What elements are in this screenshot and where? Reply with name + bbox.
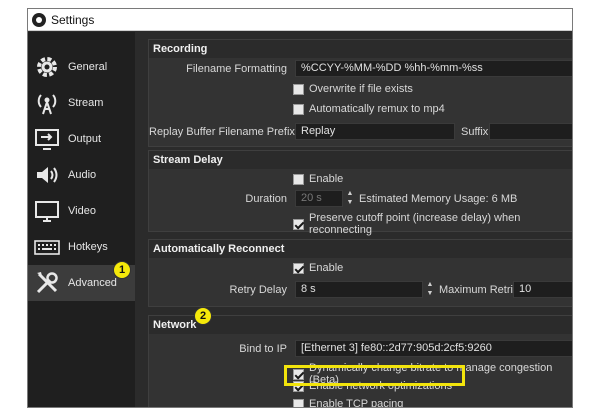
sidebar-item-label: Stream xyxy=(68,97,104,109)
callout-badge-2: 2 xyxy=(194,307,212,325)
delay-enable-label: Enable xyxy=(309,173,344,185)
monitor-icon xyxy=(33,197,61,225)
output-icon xyxy=(33,125,61,153)
sidebar-item-label: General xyxy=(68,61,108,73)
sidebar-item-hotkeys[interactable]: Hotkeys xyxy=(28,229,135,265)
reconnect-enable-checkbox[interactable]: Enable xyxy=(293,262,343,274)
title-bar: Settings xyxy=(28,9,572,31)
stream-delay-header: Stream Delay xyxy=(149,151,572,169)
sidebar-item-audio[interactable]: Audio xyxy=(28,157,135,193)
preserve-cutoff-checkbox[interactable]: Preserve cutoff point (increase delay) w… xyxy=(293,212,572,236)
auto-reconnect-group: Automatically Reconnect Enable Retry Del… xyxy=(148,239,572,307)
retry-delay-stepper[interactable]: ▲ ▼ xyxy=(425,281,435,298)
settings-sidebar: General Stream Output Audio Video Hotkey… xyxy=(28,32,135,407)
remux-label: Automatically remux to mp4 xyxy=(309,103,445,115)
suffix-input[interactable] xyxy=(489,123,572,140)
replay-prefix-label: Replay Buffer Filename Prefix xyxy=(149,126,295,138)
checkbox-box[interactable] xyxy=(293,103,304,115)
remux-checkbox[interactable]: Automatically remux to mp4 xyxy=(293,103,445,115)
reconnect-enable-label: Enable xyxy=(309,262,344,274)
chevron-down-icon[interactable]: ▼ xyxy=(427,290,434,298)
settings-content: Recording Filename Formatting %CCYY-%MM-… xyxy=(148,39,572,408)
checkbox-box[interactable] xyxy=(293,398,304,407)
preserve-cutoff-label: Preserve cutoff point (increase delay) w… xyxy=(309,212,521,236)
recording-group: Recording Filename Formatting %CCYY-%MM-… xyxy=(148,39,572,147)
auto-reconnect-header: Automatically Reconnect xyxy=(149,240,572,258)
chevron-up-icon[interactable]: ▲ xyxy=(427,281,434,289)
filename-formatting-input[interactable]: %CCYY-%MM-%DD %hh-%mm-%ss xyxy=(295,60,572,77)
network-header: Network xyxy=(149,316,572,334)
duration-label: Duration xyxy=(245,193,287,205)
sidebar-item-label: Audio xyxy=(68,169,97,181)
highlight-box xyxy=(284,365,465,386)
overwrite-label: Overwrite if file exists xyxy=(309,83,413,95)
stream-delay-group: Stream Delay Enable Duration 20 s ▲ ▼ Est… xyxy=(148,150,572,236)
duration-stepper[interactable]: ▲ ▼ xyxy=(345,190,355,207)
window-title: Settings xyxy=(51,12,95,27)
retry-delay-input[interactable]: 8 s xyxy=(295,281,423,298)
chevron-down-icon[interactable]: ▼ xyxy=(347,199,354,207)
memory-usage-label: Estimated Memory Usage: 6 MB xyxy=(359,193,518,205)
checkbox-box[interactable] xyxy=(293,218,304,230)
replay-prefix-input[interactable]: Replay xyxy=(295,123,455,140)
gear-icon xyxy=(33,53,61,81)
suffix-label: Suffix xyxy=(461,126,489,138)
max-retries-input[interactable]: 10 xyxy=(513,281,572,298)
keyboard-icon xyxy=(33,233,61,261)
checkbox-box[interactable] xyxy=(293,262,304,274)
tcp-pacing-checkbox[interactable]: Enable TCP pacing xyxy=(293,398,404,408)
overwrite-checkbox[interactable]: Overwrite if file exists xyxy=(293,83,413,95)
duration-input[interactable]: 20 s xyxy=(295,190,343,207)
sidebar-item-label: Hotkeys xyxy=(68,241,108,253)
network-group: Network Bind to IP [Ethernet 3] fe80::2d… xyxy=(148,315,572,408)
bind-ip-select[interactable]: [Ethernet 3] fe80::2d77:905d:2cf5:9260 xyxy=(295,340,572,357)
sidebar-item-label: Advanced xyxy=(68,277,117,289)
sidebar-item-video[interactable]: Video xyxy=(28,193,135,229)
sidebar-item-label: Video xyxy=(68,205,96,217)
callout-badge-1: 1 xyxy=(113,261,131,279)
checkbox-box[interactable] xyxy=(293,83,304,95)
bind-ip-label: Bind to IP xyxy=(239,343,287,355)
settings-window: Settings General Stream Output Audio Vid… xyxy=(27,8,573,408)
sidebar-item-output[interactable]: Output xyxy=(28,121,135,157)
sidebar-item-stream[interactable]: Stream xyxy=(28,85,135,121)
sidebar-item-general[interactable]: General xyxy=(28,49,135,85)
retry-delay-label: Retry Delay xyxy=(229,284,287,296)
tcp-pacing-label: Enable TCP pacing xyxy=(309,398,404,408)
chevron-up-icon[interactable]: ▲ xyxy=(347,190,354,198)
max-retries-label: Maximum Retries xyxy=(439,284,525,296)
antenna-icon xyxy=(33,89,61,117)
obs-logo-icon xyxy=(32,12,46,27)
sidebar-item-label: Output xyxy=(68,133,102,145)
recording-header: Recording xyxy=(149,40,572,58)
filename-formatting-label: Filename Formatting xyxy=(186,63,287,75)
speaker-icon xyxy=(33,161,61,189)
tools-icon xyxy=(33,269,61,297)
checkbox-box[interactable] xyxy=(293,173,304,185)
delay-enable-checkbox[interactable]: Enable xyxy=(293,173,343,185)
